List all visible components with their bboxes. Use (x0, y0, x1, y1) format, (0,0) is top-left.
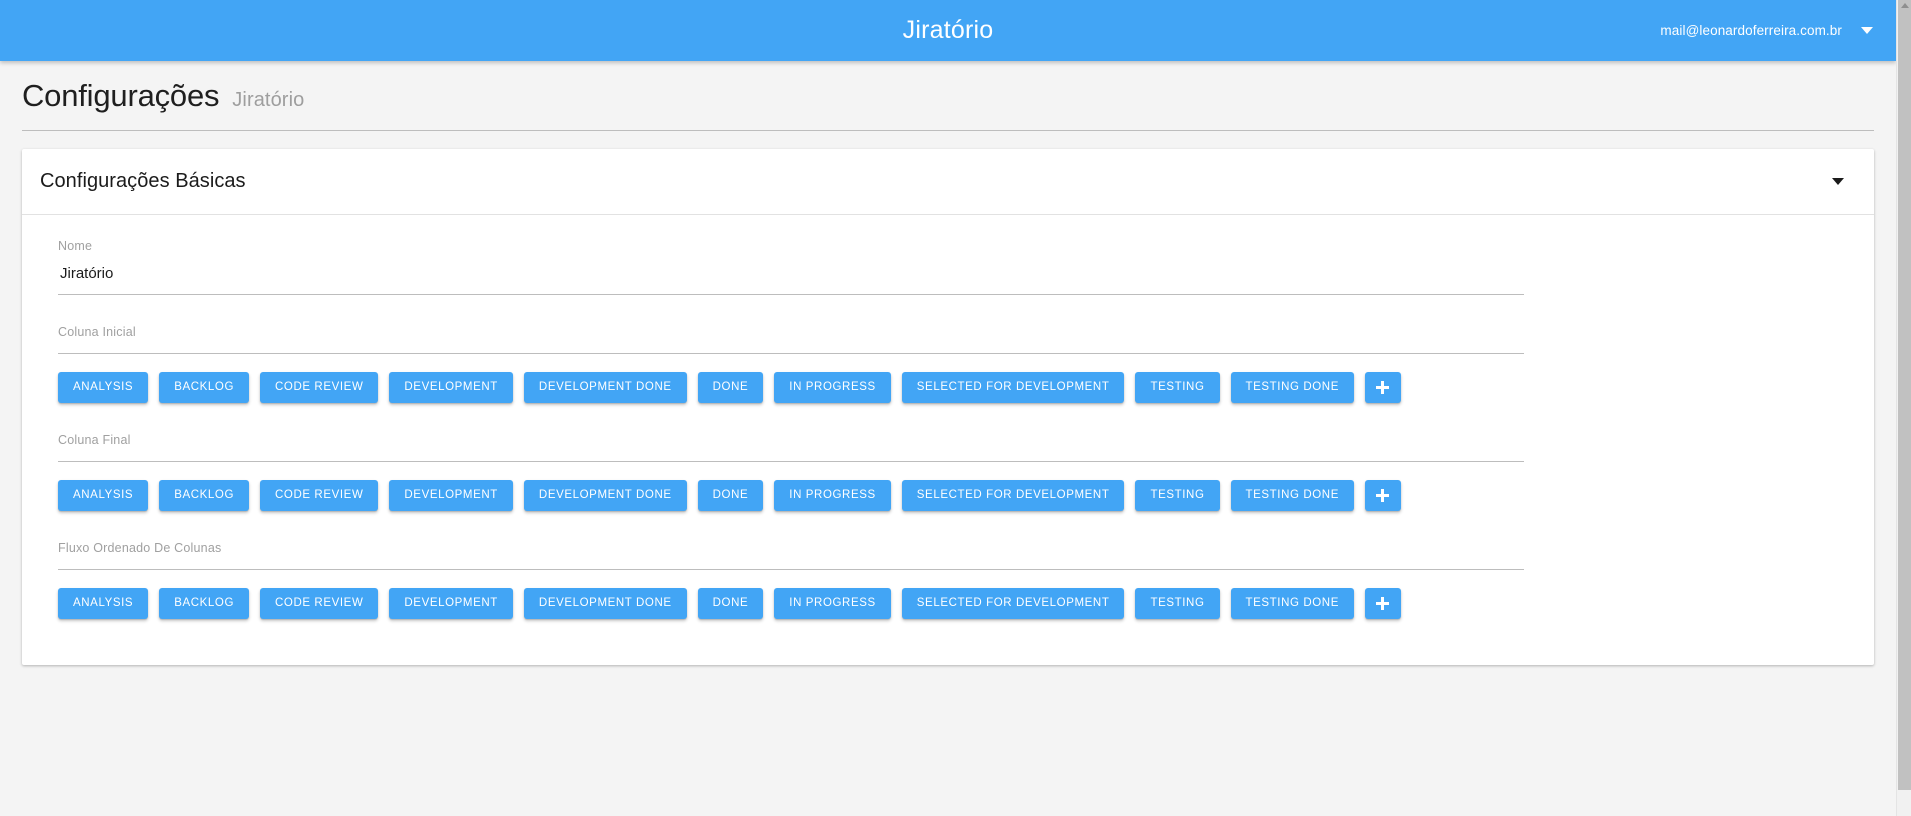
chip-button[interactable]: BACKLOG (159, 587, 250, 619)
page-header: Configurações Jiratório (0, 61, 1896, 132)
basic-settings-panel: Configurações Básicas Nome Coluna Inicia… (22, 149, 1874, 665)
chip-list-fluxo-ordenado: ANALYSIS BACKLOG CODE REVIEW DEVELOPMENT DEV… (58, 570, 1838, 619)
field-coluna-inicial-label: Coluna Inicial (58, 324, 136, 339)
page-header-row: Configurações Jiratório (22, 78, 1874, 130)
chip-button[interactable]: TESTING DONE (1230, 587, 1354, 619)
field-fluxo-ordenado: Fluxo Ordenado De Colunas ANALYSIS BACKLO… (58, 541, 1838, 619)
field-fluxo-ordenado-label: Fluxo Ordenado De Colunas (58, 540, 222, 555)
app-title: Jiratório (902, 16, 994, 44)
app-toolbar: Jiratório mail@leonardoferreira.com.br (0, 0, 1896, 61)
page-scrollbar[interactable] (1896, 0, 1911, 816)
user-menu-toggle-button[interactable] (1852, 16, 1882, 46)
field-coluna-final: Coluna Final ANALYSIS BACKLOG CODE REVIEW D… (58, 433, 1838, 511)
plus-icon (1376, 380, 1390, 394)
chip-button[interactable]: DEVELOPMENT (389, 479, 513, 511)
chip-button[interactable]: DONE (697, 587, 764, 619)
panel-expand-toggle[interactable] (1826, 170, 1850, 194)
chip-button[interactable]: TESTING (1135, 587, 1220, 619)
chip-button[interactable]: DONE (697, 479, 764, 511)
add-chip-button[interactable] (1364, 479, 1401, 511)
chip-button[interactable]: TESTING (1135, 479, 1220, 511)
chip-button[interactable]: DEVELOPMENT DONE (523, 479, 687, 511)
chip-button[interactable]: DEVELOPMENT (389, 371, 513, 403)
chip-button[interactable]: IN PROGRESS (774, 371, 891, 403)
page-title: Configurações (22, 78, 220, 113)
chip-button[interactable]: TESTING DONE (1230, 479, 1354, 511)
chip-list-coluna-inicial: ANALYSIS BACKLOG CODE REVIEW DEVELOPMENT DEV… (58, 354, 1838, 403)
chip-button[interactable]: IN PROGRESS (774, 587, 891, 619)
panel-header[interactable]: Configurações Básicas (22, 149, 1874, 214)
nome-input[interactable] (58, 263, 1838, 294)
chip-button[interactable]: DEVELOPMENT DONE (523, 587, 687, 619)
chip-list-coluna-final: ANALYSIS BACKLOG CODE REVIEW DEVELOPMENT DEV… (58, 462, 1838, 511)
add-chip-button[interactable] (1364, 371, 1401, 403)
chip-button[interactable]: SELECTED FOR DEVELOPMENT (901, 371, 1125, 403)
panel-body: Nome Coluna Inicial ANALYSIS BACKLOG CODE … (22, 215, 1874, 665)
chip-button[interactable]: CODE REVIEW (260, 479, 379, 511)
chevron-down-icon (1832, 178, 1844, 186)
plus-icon (1376, 596, 1390, 610)
chip-button[interactable]: IN PROGRESS (774, 479, 891, 511)
chip-button[interactable]: ANALYSIS (58, 587, 149, 619)
chip-button[interactable]: DONE (697, 371, 764, 403)
field-nome: Nome (58, 239, 1838, 295)
field-coluna-final-label: Coluna Final (58, 432, 131, 447)
chip-button[interactable]: TESTING DONE (1230, 371, 1354, 403)
chip-button[interactable]: SELECTED FOR DEVELOPMENT (901, 479, 1125, 511)
chip-button[interactable]: TESTING (1135, 371, 1220, 403)
chip-button[interactable]: BACKLOG (159, 479, 250, 511)
plus-icon (1376, 488, 1390, 502)
add-chip-button[interactable] (1364, 587, 1401, 619)
chip-button[interactable]: CODE REVIEW (260, 371, 379, 403)
page-header-divider (22, 130, 1874, 132)
chip-button[interactable]: ANALYSIS (58, 371, 149, 403)
app-root: Jiratório mail@leonardoferreira.com.br C… (0, 0, 1911, 816)
chip-button[interactable]: BACKLOG (159, 371, 250, 403)
scrollbar-thumb[interactable] (1898, 0, 1911, 790)
panel-title: Configurações Básicas (40, 170, 246, 193)
chip-button[interactable]: CODE REVIEW (260, 587, 379, 619)
page-subtitle: Jiratório (232, 89, 305, 111)
toolbar-user-menu[interactable]: mail@leonardoferreira.com.br (1652, 0, 1882, 61)
field-coluna-inicial: Coluna Inicial ANALYSIS BACKLOG CODE REVIE… (58, 325, 1838, 403)
chevron-down-icon (1861, 27, 1873, 34)
chip-button[interactable]: ANALYSIS (58, 479, 149, 511)
field-nome-underline (58, 293, 1524, 295)
chip-button[interactable]: DEVELOPMENT DONE (523, 371, 687, 403)
user-email-label[interactable]: mail@leonardoferreira.com.br (1652, 17, 1850, 44)
chip-button[interactable]: SELECTED FOR DEVELOPMENT (901, 587, 1125, 619)
chip-button[interactable]: DEVELOPMENT (389, 587, 513, 619)
field-nome-label: Nome (58, 239, 93, 254)
scrollbar-up-arrow-icon[interactable] (1901, 3, 1909, 8)
